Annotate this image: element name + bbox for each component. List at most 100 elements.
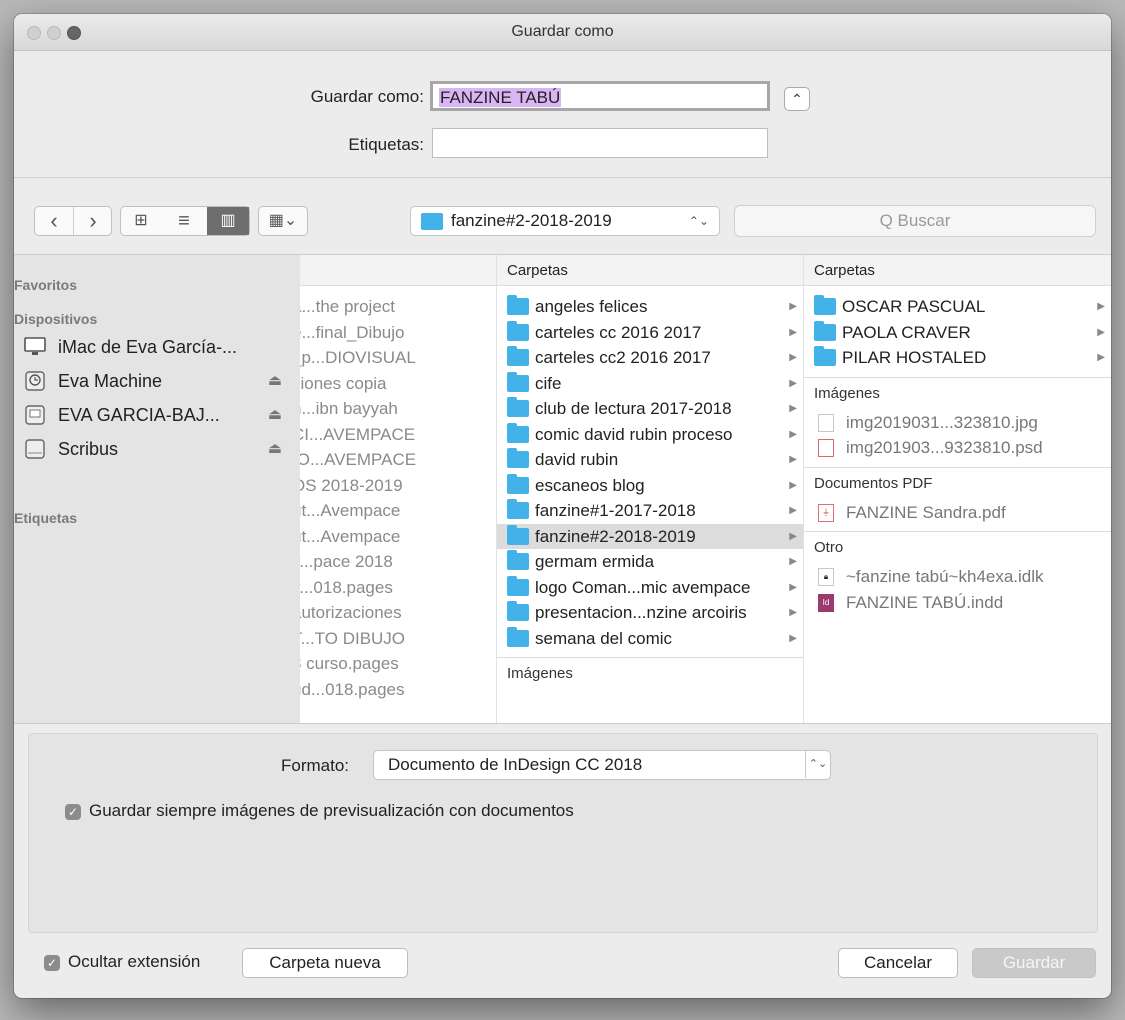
folder-item[interactable]: presentacion...nzine arcoiris ▶ bbox=[497, 600, 803, 626]
sidebar-item-label: iMac de Eva García-... bbox=[58, 337, 238, 357]
folder-name: carteles cc2 2016 2017 bbox=[535, 348, 711, 367]
sidebar-item-eva-garcia-baj[interactable]: EVA GARCIA-BAJ... ⏏ bbox=[24, 400, 294, 430]
save-dialog: Guardar como Guardar como: FANZINE TABÚ … bbox=[14, 14, 1111, 998]
folder-name: PILAR HOSTALED bbox=[842, 348, 987, 367]
folder-item[interactable]: carteles cc2 2016 2017 ▶ bbox=[497, 345, 803, 371]
folder-icon bbox=[814, 295, 836, 315]
column-header bbox=[300, 255, 496, 286]
format-label: Formato: bbox=[281, 756, 350, 775]
folder-item[interactable]: logo Coman...mic avempace ▶ bbox=[497, 575, 803, 601]
folder-item[interactable]: germam ermida ▶ bbox=[497, 549, 803, 575]
hide-extension-label: Ocultar extensión bbox=[68, 952, 201, 971]
time-machine-icon bbox=[24, 370, 46, 391]
eject-icon[interactable]: ⏏ bbox=[268, 434, 282, 464]
list-item[interactable]: CI...AVEMPACE bbox=[300, 422, 488, 448]
list-item[interactable]: a...the project bbox=[300, 294, 488, 320]
list-item[interactable]: autorizaciones bbox=[300, 600, 488, 626]
hide-extension-checkbox[interactable]: ✓ bbox=[44, 955, 60, 971]
folder-name: fanzine#2-2018-2019 bbox=[535, 526, 696, 546]
folder-item[interactable]: angeles felices ▶ bbox=[497, 294, 803, 320]
list-item[interactable]: IO...AVEMPACE bbox=[300, 447, 488, 473]
gallery-view-button[interactable]: ▦⌄ bbox=[258, 206, 308, 236]
sidebar-item-eva-machine[interactable]: Eva Machine ⏏ bbox=[24, 366, 294, 396]
disclosure-arrow-icon: ▶ bbox=[789, 530, 797, 542]
list-item[interactable]: ud...018.pages bbox=[300, 677, 488, 703]
sidebar-item-scribus[interactable]: Scribus ⏏ bbox=[24, 434, 294, 464]
sidebar-item-imac[interactable]: iMac de Eva García-... bbox=[24, 332, 294, 362]
folder-item[interactable]: semana del comic ▶ bbox=[497, 626, 803, 652]
disclosure-arrow-icon: ▶ bbox=[1097, 326, 1105, 338]
folder-item[interactable]: cife ▶ bbox=[497, 371, 803, 397]
folder-item[interactable]: david rubin ▶ bbox=[497, 447, 803, 473]
expand-dialog-button[interactable]: ⌃ bbox=[784, 87, 810, 111]
preview-checkbox[interactable]: ✓ bbox=[65, 804, 81, 820]
folder-item[interactable]: fanzine#1-2017-2018 ▶ bbox=[497, 498, 803, 524]
new-folder-button[interactable]: Carpeta nueva bbox=[242, 948, 408, 978]
folder-item[interactable]: PAOLA CRAVER ▶ bbox=[804, 320, 1111, 346]
sidebar-item-label: EVA GARCIA-BAJ... bbox=[58, 405, 220, 425]
file-browser: Favoritos Dispositivos iMac de Eva Garcí… bbox=[14, 254, 1111, 724]
folder-item[interactable]: club de lectura 2017-2018 ▶ bbox=[497, 396, 803, 422]
disclosure-arrow-icon: ▶ bbox=[789, 479, 797, 491]
list-item[interactable]: ciones copia bbox=[300, 371, 488, 397]
disclosure-arrow-icon: ▶ bbox=[1097, 301, 1105, 312]
file-item[interactable]: 🔒︎ ~fanzine tabú~kh4exa.idlk bbox=[804, 564, 1111, 590]
folder-icon bbox=[421, 213, 443, 230]
location-popup[interactable]: fanzine#2-2018-2019 ⌃⌄ bbox=[410, 206, 720, 236]
folder-item[interactable]: carteles cc 2016 2017 ▶ bbox=[497, 320, 803, 346]
sidebar-item-label: Eva Machine bbox=[58, 371, 163, 391]
file-item[interactable]: img2019031...323810.jpg bbox=[804, 410, 1111, 436]
list-item[interactable]: v...pace 2018 bbox=[300, 549, 488, 575]
eject-icon[interactable]: ⏏ bbox=[268, 366, 282, 396]
divider bbox=[14, 177, 1111, 178]
disclosure-arrow-icon: ▶ bbox=[789, 352, 797, 363]
list-view-icon[interactable]: ≡ bbox=[163, 207, 205, 235]
folder-item[interactable]: comic david rubin proceso ▶ bbox=[497, 422, 803, 448]
list-item[interactable]: T...TO DIBUJO bbox=[300, 626, 488, 652]
format-value: Documento de InDesign CC 2018 bbox=[388, 755, 643, 774]
search-field[interactable]: Q Buscar bbox=[734, 205, 1096, 237]
preview-checkbox-label: Guardar siempre imágenes de previsualiza… bbox=[89, 801, 574, 820]
file-item[interactable]: img201903...9323810.psd bbox=[804, 435, 1111, 461]
forward-icon[interactable]: › bbox=[74, 207, 112, 235]
list-item[interactable]: ut...Avempace bbox=[300, 524, 488, 550]
list-item[interactable]: 3 curso.pages bbox=[300, 651, 488, 677]
eject-icon[interactable]: ⏏ bbox=[268, 400, 282, 430]
icon-view-icon[interactable]: ⊞ bbox=[121, 207, 161, 235]
filename-field[interactable]: FANZINE TABÚ bbox=[430, 81, 770, 111]
folder-icon bbox=[507, 524, 529, 545]
list-item[interactable]: OS 2018-2019 bbox=[300, 473, 488, 499]
list-item[interactable]: v...018.pages bbox=[300, 575, 488, 601]
folder-icon bbox=[507, 550, 529, 570]
back-icon[interactable]: ‹ bbox=[35, 207, 74, 235]
folder-item[interactable]: fanzine#2-2018-2019 ▶ bbox=[497, 523, 803, 549]
column-header: Carpetas bbox=[804, 255, 1111, 286]
tags-label: Etiquetas: bbox=[348, 135, 424, 154]
folder-icon bbox=[507, 346, 529, 366]
format-popup[interactable]: Documento de InDesign CC 2018 ⌃⌄ bbox=[373, 750, 831, 780]
filename-value: FANZINE TABÚ bbox=[439, 88, 562, 107]
disclosure-arrow-icon: ▶ bbox=[789, 581, 797, 593]
folder-item[interactable]: escaneos blog ▶ bbox=[497, 473, 803, 499]
list-item[interactable]: e...final_Dibujo bbox=[300, 320, 488, 346]
folder-item[interactable]: OSCAR PASCUAL ▶ bbox=[804, 294, 1111, 320]
list-item[interactable]: _p...DIOVISUAL bbox=[300, 345, 488, 371]
file-item[interactable]: Id FANZINE TABÚ.indd bbox=[804, 590, 1111, 616]
tags-field[interactable] bbox=[432, 128, 768, 158]
disclosure-arrow-icon: ▶ bbox=[789, 556, 797, 567]
column-view-icon[interactable]: ▥ bbox=[207, 207, 249, 235]
sidebar-item-label: Scribus bbox=[58, 439, 119, 459]
folder-name: carteles cc 2016 2017 bbox=[535, 322, 702, 342]
folder-item[interactable]: PILAR HOSTALED ▶ bbox=[804, 345, 1111, 371]
list-item[interactable]: ut...Avempace bbox=[300, 498, 488, 524]
images-group-header: Imágenes bbox=[804, 376, 1111, 410]
list-item[interactable]: n...ibn bayyah bbox=[300, 396, 488, 422]
cancel-button[interactable]: Cancelar bbox=[838, 948, 958, 978]
folder-icon bbox=[507, 422, 529, 443]
save-button[interactable]: Guardar bbox=[972, 948, 1096, 978]
images-group-header: Imágenes bbox=[497, 657, 803, 690]
title-bar: Guardar como bbox=[14, 14, 1111, 51]
file-item[interactable]: ⏚ FANZINE Sandra.pdf bbox=[804, 500, 1111, 526]
psd-file-icon bbox=[818, 439, 834, 457]
folder-icon bbox=[507, 448, 529, 468]
